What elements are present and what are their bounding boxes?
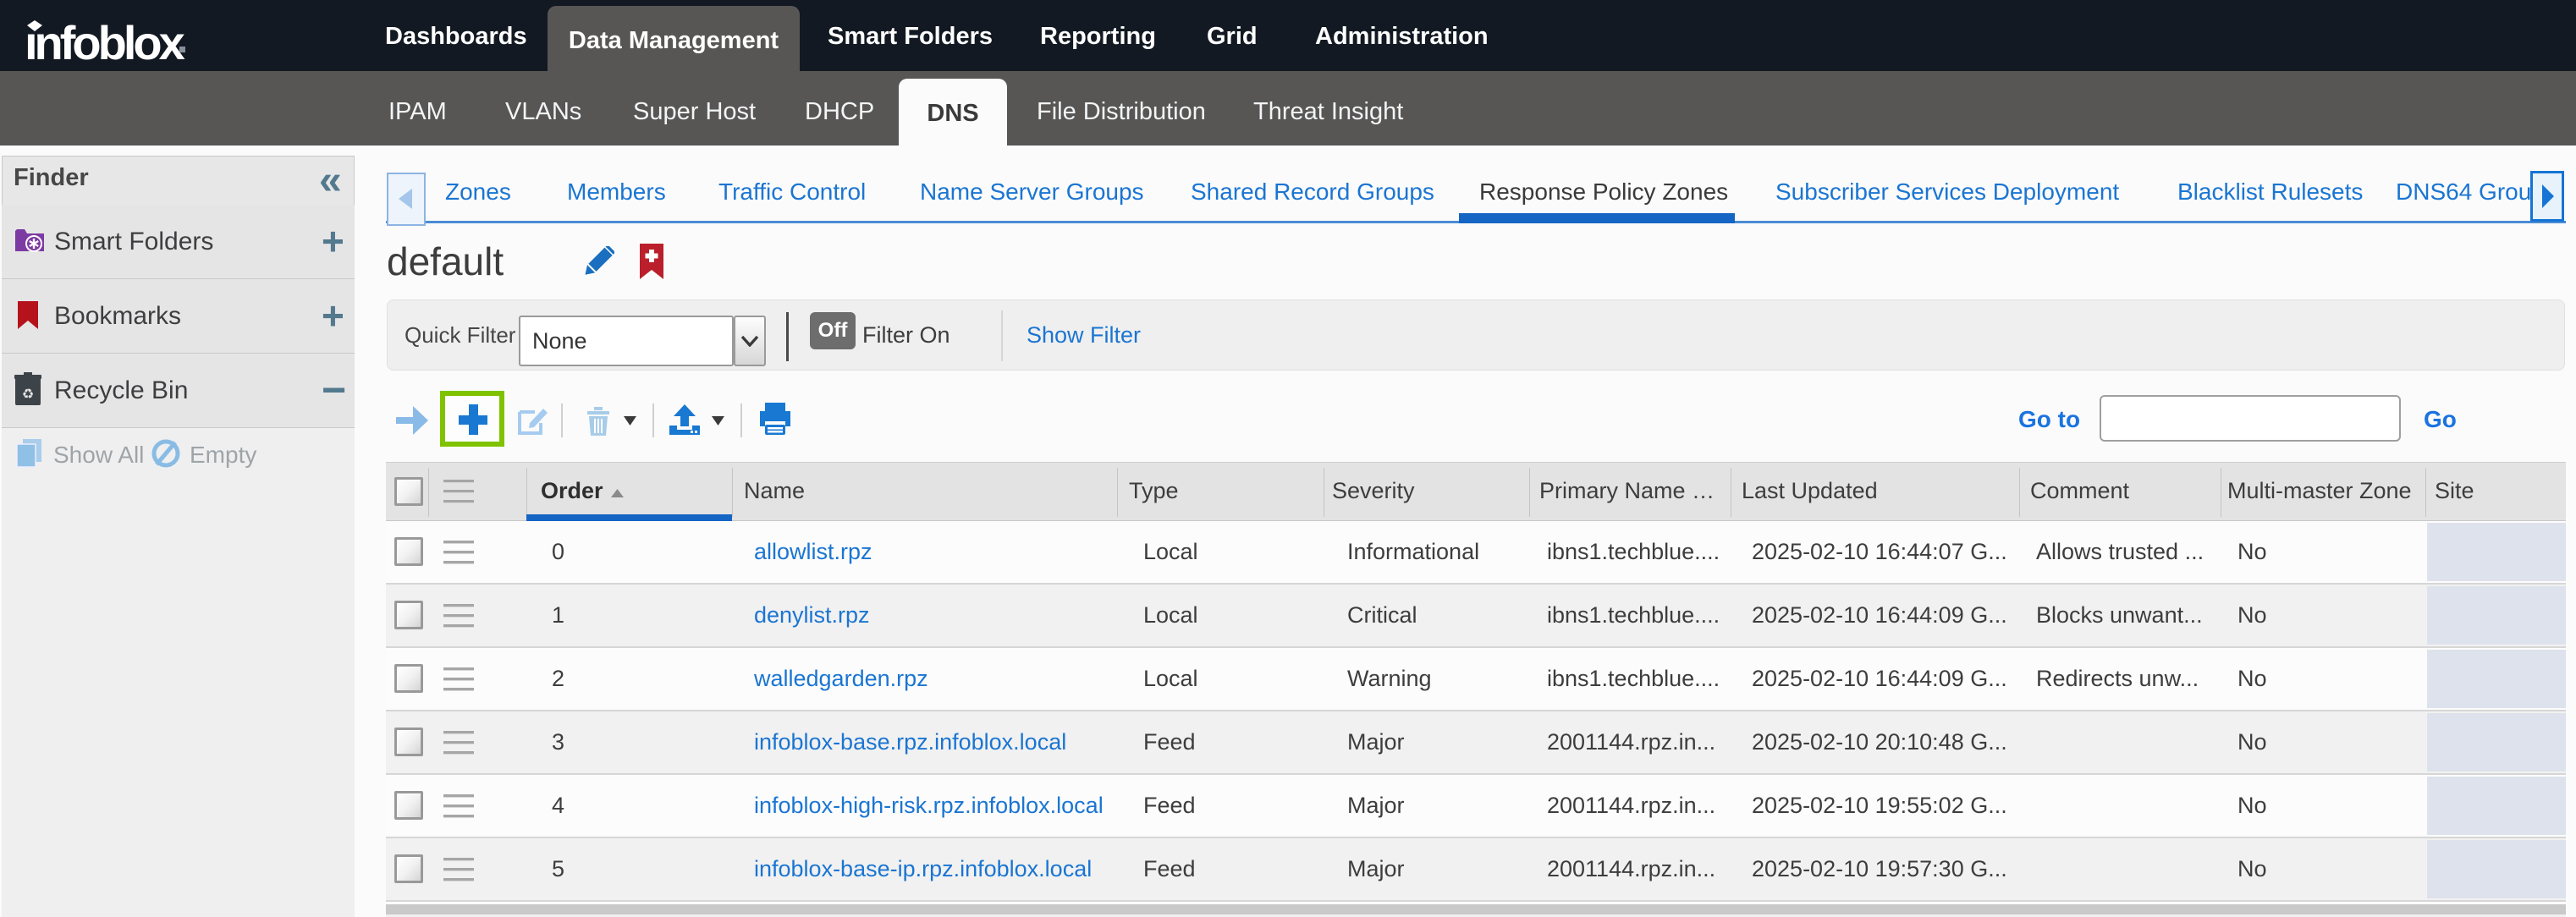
svg-text:♻: ♻ (22, 387, 34, 402)
svg-text:ınfoblox: ınfoblox (25, 19, 185, 69)
